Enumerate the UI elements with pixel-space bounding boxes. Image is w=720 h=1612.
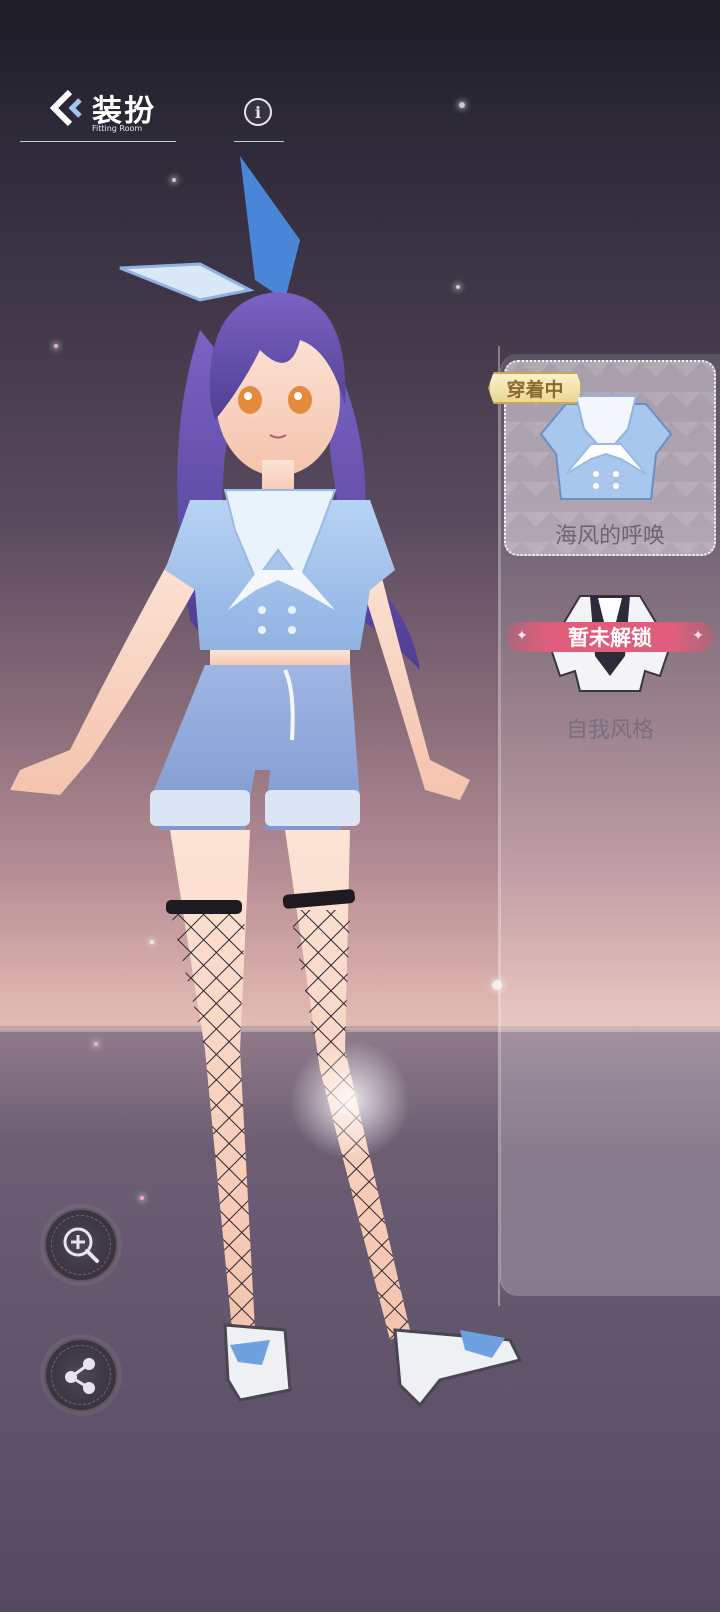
hair-ribbon — [240, 156, 300, 300]
page-header: 装扮 Fitting Room — [20, 80, 176, 142]
outfit-name-equipped: 海风的呼唤 — [554, 524, 665, 549]
locked-badge-text: 暂未解锁 — [568, 626, 652, 650]
button-ring — [51, 1345, 111, 1405]
divider — [530, 750, 690, 751]
share-button[interactable] — [44, 1338, 118, 1412]
sparkle — [459, 102, 465, 108]
info-wrapper: i — [234, 96, 284, 142]
info-icon: i — [254, 102, 262, 122]
equipped-badge: 穿着中 — [488, 372, 582, 404]
outfit-name-locked: 自我风格 — [565, 718, 654, 743]
fitting-room-scene: 装扮 Fitting Room i 穿着中 海风的呼唤 ✦ 暂未解锁 ✦ 自我风… — [0, 0, 720, 1612]
sparkle-icon: ✦ — [692, 628, 704, 644]
back-button[interactable] — [49, 88, 86, 128]
sparkle-icon: ✦ — [516, 628, 528, 644]
back-arrow-icon — [49, 89, 82, 127]
zoom-button[interactable] — [44, 1208, 118, 1282]
info-button[interactable]: i — [244, 98, 272, 126]
page-subtitle: Fitting Room — [92, 124, 143, 133]
button-ring — [51, 1215, 111, 1275]
locked-badge: ✦ 暂未解锁 ✦ — [506, 622, 714, 652]
